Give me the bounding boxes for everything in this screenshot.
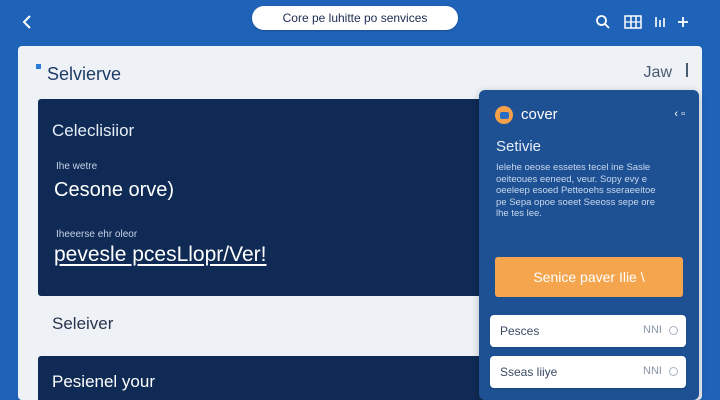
- plus-icon[interactable]: [674, 13, 692, 31]
- hero-big-text: Cesone orve): [54, 179, 175, 201]
- hero-card: Celeclisiior Ihe wetre Cesone orve) Ihee…: [38, 99, 538, 296]
- card-body-text: Ielehe oeose essetes tecel ine Sasle oei…: [496, 162, 656, 219]
- selector-label[interactable]: Seleiver: [52, 314, 113, 334]
- panel-divider: [686, 63, 688, 77]
- bottom-bar-text: Pesienel your: [52, 372, 156, 391]
- hero-small-label-2: Iheeerse ehr oleor: [56, 229, 138, 240]
- grid-icon[interactable]: [624, 13, 642, 31]
- card-close-icon[interactable]: ‹ ▫: [674, 108, 685, 120]
- card-field-2[interactable]: Sseas liiye NNI: [490, 356, 686, 388]
- card-field-1[interactable]: Pesces NNI: [490, 315, 686, 347]
- circle-icon: [669, 367, 678, 376]
- hero-small-label-1: Ihe wetre: [56, 161, 98, 172]
- top-bar: Core pe luhitte po senvices: [0, 0, 720, 44]
- hero-title: Celeclisiior: [52, 121, 135, 140]
- circle-icon: [669, 326, 678, 335]
- service-cta-button[interactable]: Senice paver Ilie \: [495, 257, 683, 297]
- search-pill-label: Core pe luhitte po senvices: [282, 11, 428, 25]
- field-value: NNI: [643, 365, 662, 377]
- card-title: cover: [521, 106, 558, 123]
- bottom-bar[interactable]: Pesienel your: [38, 356, 538, 400]
- field-label: Pesces: [500, 324, 540, 338]
- hero-link[interactable]: pevesle pcesLlopr/Ver!: [54, 243, 266, 267]
- field-label: Sseas liiye: [500, 365, 558, 379]
- title-marker-icon: [36, 64, 41, 69]
- cover-logo-icon: [495, 106, 513, 124]
- search-pill[interactable]: Core pe luhitte po senvices: [252, 6, 458, 30]
- panel-right-text[interactable]: Jaw: [644, 64, 672, 82]
- search-icon[interactable]: [594, 13, 612, 31]
- back-arrow-icon[interactable]: [14, 9, 40, 35]
- bars-icon[interactable]: [651, 13, 669, 31]
- card-subtitle: Setivie: [496, 138, 542, 155]
- panel-title: Selvierve: [47, 64, 122, 84]
- service-card: cover ‹ ▫ Setivie Ielehe oeose essetes t…: [479, 90, 699, 400]
- field-value: NNI: [643, 324, 662, 336]
